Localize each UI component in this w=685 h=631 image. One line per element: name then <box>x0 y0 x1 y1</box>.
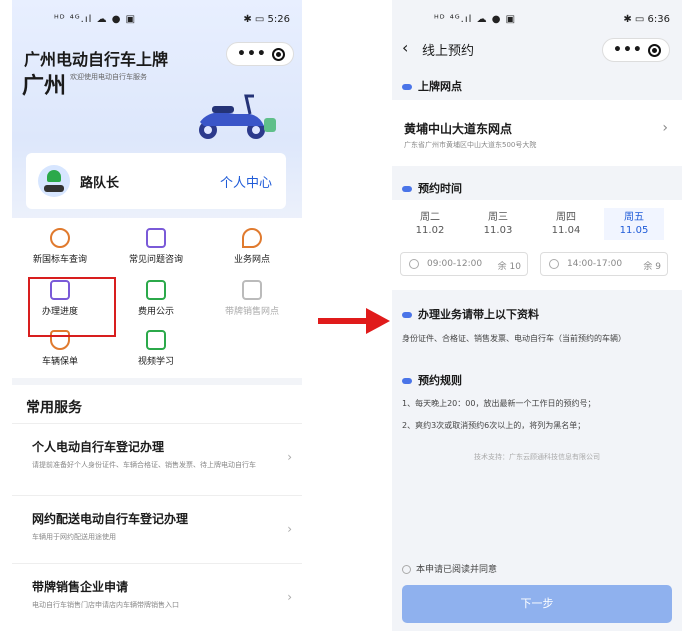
grid-item-fees[interactable]: 费用公示 <box>108 280 204 330</box>
user-card: 路队长 个人中心 <box>26 153 286 209</box>
miniapp-capsule[interactable]: ••• <box>602 38 670 62</box>
date-tab-selected[interactable]: 周五 11.05 <box>604 208 664 240</box>
grid-item-label: 车辆保单 <box>41 357 78 367</box>
outlet-card[interactable]: 黄埔中山大道东网点 广东省广州市黄埔区中山大道东500号大院 › <box>392 100 682 166</box>
location-icon <box>242 228 262 248</box>
card-icon <box>242 280 262 300</box>
status-icons-left: ᴴᴰ ⁴ᴳ.ıl ☁ ● ▣ <box>54 14 137 25</box>
grid-item-label: 业务网点 <box>233 255 270 265</box>
chevron-right-icon: › <box>287 450 292 464</box>
outlet-address: 广东省广州市黄埔区中山大道东500号大院 <box>404 141 537 149</box>
checkbox-icon <box>402 565 411 574</box>
more-icon[interactable]: ••• <box>613 42 643 58</box>
close-miniapp-icon[interactable] <box>272 48 285 61</box>
section-header-time: 预约时间 <box>402 180 462 196</box>
section-title: 常用服务 <box>26 400 82 416</box>
grid-item-label: 带牌销售网点 <box>224 307 279 317</box>
materials-text: 身份证件、合格证、销售发票、电动自行车（当前预约的车辆） <box>402 334 626 343</box>
agreement-checkbox[interactable]: 本申请已阅读并同意 <box>402 562 497 575</box>
status-clock: ✱ ▭ 6:36 <box>623 14 670 25</box>
common-services: 常用服务 个人电动自行车登记办理 请提前准备好个人身份证件、车辆合格证、销售发票… <box>12 385 302 631</box>
badge-icon <box>50 228 70 248</box>
outlet-name: 黄埔中山大道东网点 <box>404 122 513 136</box>
grid-item-label: 视频学习 <box>137 357 174 367</box>
left-phone-screen: ᴴᴰ ⁴ᴳ.ıl ☁ ● ▣ ✱ ▭ 5:26 ••• 广州电动自行车上牌 广州… <box>12 0 302 631</box>
service-item[interactable]: 个人电动自行车登记办理 请提前准备好个人身份证件、车辆合格证、销售发票、待上牌电… <box>12 423 302 489</box>
miniapp-capsule[interactable]: ••• <box>226 42 294 66</box>
page-title: 线上预约 <box>422 44 475 59</box>
tech-support: 技术支持：广东云顾通科技信息有限公司 <box>474 453 600 461</box>
service-title: 网约配送电动自行车登记办理 <box>32 512 189 526</box>
rule-item: 1、每天晚上20：00，放出最新一个工作日的预约号； <box>402 399 596 408</box>
service-desc: 车辆用于网约配送用途使用 <box>32 533 116 541</box>
grid-item-label: 新国标车查询 <box>32 255 87 265</box>
service-desc: 电动自行车销售门店申请店内车辆带牌销售入口 <box>32 601 179 609</box>
service-item[interactable]: 网约配送电动自行车登记办理 车辆用于网约配送用途使用 › <box>12 495 302 561</box>
grid-item-label: 费用公示 <box>137 307 174 317</box>
status-bar: ᴴᴰ ⁴ᴳ.ıl ☁ ● ▣ ✱ ▭ 5:26 <box>12 14 302 30</box>
date-tab[interactable]: 周四 11.04 <box>536 208 596 236</box>
highlight-box <box>28 277 116 337</box>
next-button[interactable]: 下一步 <box>402 585 672 623</box>
avatar <box>38 165 70 197</box>
service-item[interactable]: 带牌销售企业申请 电动自行车销售门店申请店内车辆带牌销售入口 › <box>12 563 302 629</box>
right-phone-screen: ᴴᴰ ⁴ᴳ.ıl ☁ ● ▣ ✱ ▭ 6:36 ‹ 线上预约 ••• 上牌网点 … <box>392 0 682 631</box>
date-picker: 周二 11.02 周三 11.03 周四 11.04 周五 11.05 09:00-12… <box>392 200 682 290</box>
chevron-right-icon: › <box>287 590 292 604</box>
service-title: 带牌销售企业申请 <box>32 580 129 594</box>
section-header-rules: 预约规则 <box>402 372 462 388</box>
rule-item: 2、爽约3次或取消预约6次以上的，将列为黑名单； <box>402 421 586 430</box>
section-header-outlet: 上牌网点 <box>402 78 462 94</box>
status-clock: ✱ ▭ 5:26 <box>243 14 290 25</box>
grid-item-faq[interactable]: 常见问题咨询 <box>108 228 204 278</box>
section-header-materials: 办理业务请带上以下资料 <box>402 306 539 322</box>
date-tab[interactable]: 周二 11.02 <box>400 208 460 236</box>
red-arrow-icon <box>318 308 390 334</box>
radio-icon <box>409 259 419 269</box>
grid-item-policy[interactable]: 车辆保单 <box>12 330 108 380</box>
radio-icon <box>549 259 559 269</box>
chat-icon <box>146 228 166 248</box>
time-slot[interactable]: 09:00-12:00 余 10 <box>400 252 528 276</box>
chevron-right-icon: › <box>662 120 668 136</box>
grid-item-business-outlets[interactable]: 业务网点 <box>204 228 300 278</box>
user-name: 路队长 <box>80 176 120 191</box>
chevron-right-icon: › <box>287 522 292 536</box>
back-icon[interactable]: ‹ <box>402 38 408 57</box>
grid-item-video-learning[interactable]: 视频学习 <box>108 330 204 380</box>
welcome-subtitle: 欢迎使用电动自行车服务 <box>70 73 147 81</box>
grid-item-label: 常见问题咨询 <box>128 255 183 265</box>
grid-item-plate-sales-outlets[interactable]: 带牌销售网点 <box>204 280 300 330</box>
service-desc: 请提前准备好个人身份证件、车辆合格证、销售发票、待上牌电动自行车 <box>32 461 256 469</box>
scooter-illustration <box>199 94 276 139</box>
service-title: 个人电动自行车登记办理 <box>32 440 165 454</box>
grid-item-new-standard-query[interactable]: 新国标车查询 <box>12 228 108 278</box>
more-icon[interactable]: ••• <box>237 46 267 62</box>
status-bar: ᴴᴰ ⁴ᴳ.ıl ☁ ● ▣ ✱ ▭ 6:36 <box>392 14 682 30</box>
close-miniapp-icon[interactable] <box>648 44 661 57</box>
city-label: 广州 <box>22 74 67 99</box>
app-title: 广州电动自行车上牌 <box>24 50 169 69</box>
date-tab[interactable]: 周三 11.03 <box>468 208 528 236</box>
status-icons-left: ᴴᴰ ⁴ᴳ.ıl ☁ ● ▣ <box>434 14 517 25</box>
personal-center-link[interactable]: 个人中心 <box>220 172 272 191</box>
book-icon <box>146 330 166 350</box>
time-slot[interactable]: 14:00-17:00 余 9 <box>540 252 668 276</box>
document-icon <box>146 280 166 300</box>
